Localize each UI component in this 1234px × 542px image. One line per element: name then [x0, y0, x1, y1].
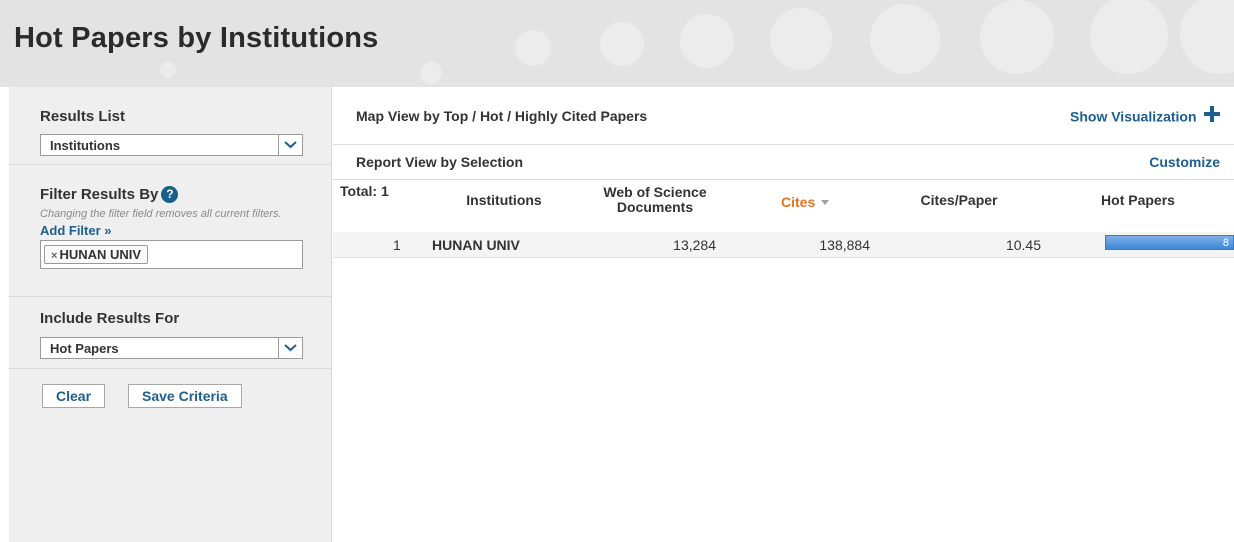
row-rank: 1: [393, 237, 401, 253]
add-filter-link[interactable]: Add Filter »: [40, 223, 331, 238]
total-count: Total: 1: [340, 183, 389, 199]
results-list-heading: Results List: [40, 108, 126, 125]
question-circle-icon[interactable]: ?: [161, 186, 179, 203]
column-header-hot-papers[interactable]: Hot Papers: [1083, 193, 1193, 208]
hot-papers-bar: 8: [1105, 235, 1234, 250]
column-header-cites-per-paper[interactable]: Cites/Paper: [909, 193, 1009, 208]
close-icon[interactable]: ×: [51, 250, 57, 262]
results-list-selected-value: Institutions: [50, 138, 121, 153]
chevron-down-icon: [278, 135, 302, 155]
column-header-wos-documents[interactable]: Web of Science Documents: [595, 185, 715, 215]
row-cites-per-paper: 10.45: [1005, 237, 1041, 253]
plus-icon: [1204, 106, 1220, 127]
row-wos-documents: 13,284: [673, 237, 716, 253]
show-visualization-link[interactable]: Show Visualization: [1070, 106, 1220, 127]
filter-heading: Filter Results By: [40, 186, 159, 203]
include-results-selected-value: Hot Papers: [50, 341, 119, 356]
chevron-down-icon: [278, 338, 302, 358]
column-header-cites[interactable]: Cites: [781, 193, 851, 210]
report-view-label: Report View by Selection: [356, 154, 524, 170]
filter-section: Filter Results By? Changing the filter f…: [9, 165, 331, 297]
map-view-label: Map View by Top / Hot / Highly Cited Pap…: [356, 108, 648, 124]
row-cites: 138,884: [819, 237, 870, 253]
row-institution-link[interactable]: HUNAN UNIV: [432, 237, 520, 253]
hot-papers-value: 8: [1222, 237, 1229, 249]
filter-hint: Changing the filter field removes all cu…: [40, 208, 282, 220]
include-results-heading: Include Results For: [40, 310, 180, 327]
filter-chip-label: HUNAN UNIV: [59, 247, 142, 262]
divider: [333, 179, 1234, 180]
results-list-section: Results List Institutions: [9, 87, 331, 165]
page-title: Hot Papers by Institutions: [14, 22, 379, 54]
clear-button[interactable]: Clear: [42, 384, 106, 408]
include-results-select[interactable]: Hot Papers: [40, 337, 303, 359]
cites-header-label: Cites: [781, 194, 816, 210]
column-header-institutions[interactable]: Institutions: [445, 193, 563, 208]
results-panel: Map View by Top / Hot / Highly Cited Pap…: [333, 87, 1234, 542]
filter-chip[interactable]: × HUNAN UNIV: [44, 245, 149, 264]
filter-chip-box[interactable]: × HUNAN UNIV: [40, 240, 303, 269]
sort-descending-icon: [821, 193, 830, 208]
show-visualization-label: Show Visualization: [1070, 108, 1197, 125]
include-results-section: Include Results For Hot Papers: [9, 297, 331, 369]
sidebar: Results List Institutions Filter Results…: [9, 87, 332, 542]
divider: [333, 144, 1234, 145]
customize-link[interactable]: Customize: [1149, 154, 1220, 170]
save-criteria-button[interactable]: Save Criteria: [128, 384, 242, 408]
page-header: Hot Papers by Institutions: [0, 0, 1234, 87]
results-list-select[interactable]: Institutions: [40, 134, 303, 156]
